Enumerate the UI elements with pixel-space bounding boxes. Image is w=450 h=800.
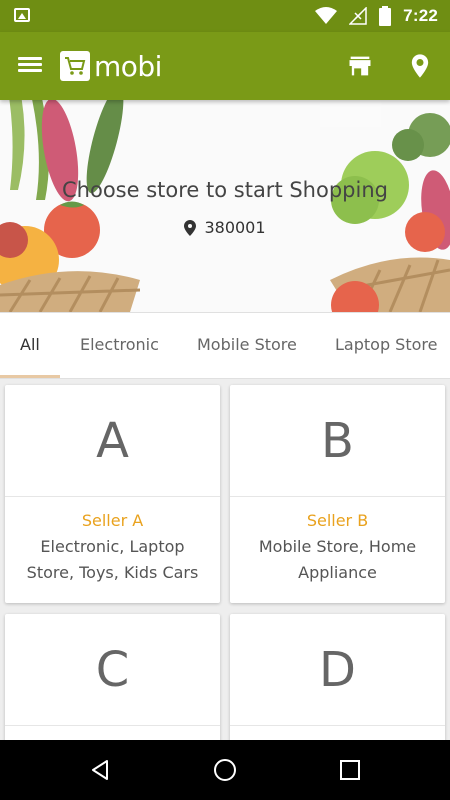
menu-icon [18,57,42,60]
cart-logo-icon [60,51,90,81]
store-card[interactable]: B Seller B Mobile Store, Home Appliance [230,385,445,603]
location-pin-icon [184,219,197,236]
store-categories: Electronic, Laptop Store, Toys, Kids Car… [26,537,199,582]
home-button[interactable] [209,754,241,786]
back-button[interactable] [84,754,116,786]
pincode-text: 380001 [204,218,266,237]
store-card[interactable]: D [230,614,445,740]
store-name: Seller A [81,511,144,530]
tab-electronic[interactable]: Electronic [80,313,159,378]
store-card[interactable]: A Seller A Electronic, Laptop Store, Toy… [5,385,220,603]
location-button[interactable] [406,52,434,80]
category-tabs: All Electronic Mobile Store Laptop Store [0,312,450,379]
tab-mobile-store[interactable]: Mobile Store [197,313,297,378]
vegetable-basket-left-image [0,100,140,312]
recents-button[interactable] [334,754,366,786]
vegetable-basket-right-image [320,100,450,312]
logo-text: mobi [94,49,162,83]
tab-all[interactable]: All [20,313,40,378]
recents-icon [340,760,360,780]
store-categories: Mobile Store, Home Appliance [258,537,417,582]
signal-icon [349,7,367,25]
store-button[interactable] [346,52,374,80]
store-grid: A Seller A Electronic, Laptop Store, Toy… [0,379,450,740]
store-letter: B [230,385,445,497]
back-icon [92,760,108,780]
store-icon [349,56,371,76]
image-notification-icon [14,8,30,22]
store-card[interactable]: C [5,614,220,740]
location-pin-icon [411,54,429,78]
app-bar: mobi [0,32,450,100]
store-letter: D [230,614,445,726]
system-nav-bar [0,740,450,800]
pincode-selector[interactable]: 380001 [0,218,450,237]
home-icon [214,759,236,781]
status-icons: 7:22 [315,4,438,28]
hero-title: Choose store to start Shopping [62,178,388,202]
tab-laptop-store[interactable]: Laptop Store [335,313,437,378]
wifi-icon [315,7,338,24]
battery-icon [379,6,392,26]
app-logo: mobi [60,49,162,83]
hero-banner: Choose store to start Shopping 380001 [0,100,450,312]
tab-indicator [0,375,60,378]
status-bar: 7:22 [0,0,450,32]
store-letter: A [5,385,220,497]
menu-button[interactable] [16,54,44,78]
status-time: 7:22 [403,6,438,25]
store-name: Seller B [306,511,369,530]
store-letter: C [5,614,220,726]
